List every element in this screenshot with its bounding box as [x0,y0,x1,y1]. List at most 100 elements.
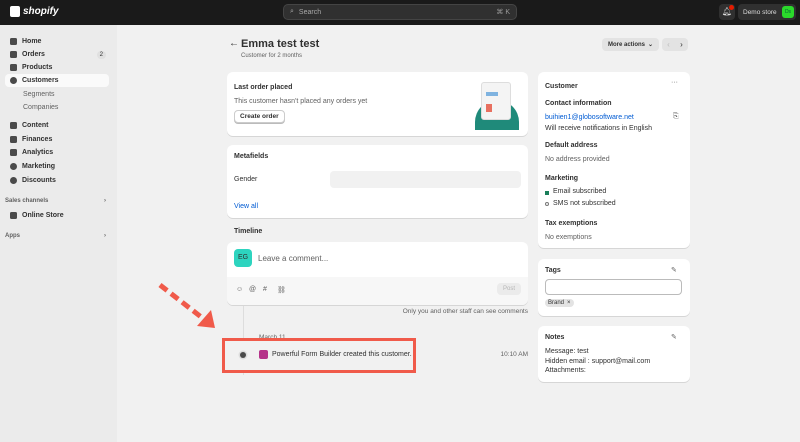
pagination: ‹ › [662,38,688,51]
back-arrow-icon[interactable]: ← [229,38,239,49]
edit-pencil-icon[interactable]: ✎ [671,266,677,274]
sidebar-item-customers[interactable]: Customers [5,74,109,87]
card-title: Tags [545,267,561,274]
nav-label: Home [22,38,42,45]
address-title: Default address [545,142,598,149]
shopify-logo[interactable]: shopify [10,6,59,17]
sidebar-item-finances[interactable]: Finances [5,133,109,146]
next-icon[interactable]: › [680,40,683,49]
notification-badge [729,5,734,10]
card-title: Last order placed [234,84,293,91]
nav-label: Content [22,122,49,129]
chevron-right-icon: › [104,198,106,204]
user-avatar: EG [234,249,252,267]
more-actions-button[interactable]: More actions ⌄ [602,38,660,51]
chevron-right-icon: › [104,233,106,239]
tags-card: Tags ✎ Brand × [538,259,690,316]
attach-link-icon[interactable]: ⛓ [277,286,286,294]
nav-label: Companies [23,104,59,111]
timeline-title: Timeline [234,228,263,235]
customer-email-link[interactable]: buihien1@globosoftware.net [545,114,634,121]
empty-orders-illustration [473,80,521,130]
content-icon [10,122,17,129]
nav-label: Customers [22,77,59,84]
card-title: Metafields [234,153,269,160]
nav-label: Segments [23,91,55,98]
card-title: Customer [545,83,578,90]
nav-label: Marketing [22,163,56,170]
mention-icon[interactable]: @ [249,286,256,293]
sidebar-item-products[interactable]: Products [5,61,109,74]
timeline-dot [240,352,246,358]
timeline-time: 10:10 AM [500,351,528,358]
sidebar-item-discounts[interactable]: Discounts [5,174,109,187]
gender-label: Gender [234,176,258,183]
language-text: Will receive notifications in English [545,125,652,132]
comment-input[interactable]: Leave a comment... [258,254,328,263]
marketing-title: Marketing [545,175,579,182]
hashtag-icon[interactable]: # [263,286,267,293]
sidebar-item-home[interactable]: Home [5,35,109,48]
remove-tag-icon[interactable]: × [567,300,571,306]
orders-badge: 2 [96,50,106,59]
nav-label: Orders [22,51,45,58]
copy-icon[interactable]: ⎘ [673,113,679,121]
address-text: No address provided [545,156,610,163]
comment-card: EG Leave a comment... ☺ @ # ⛓ Post [227,242,528,305]
sidebar-item-segments[interactable]: Segments [5,88,109,101]
store-menu-button[interactable]: Demo store Ds [738,4,796,20]
form-builder-app-icon [259,350,268,359]
apps-header[interactable]: Apps › [5,233,109,239]
nav-label: Finances [22,136,53,143]
store-name: Demo store [743,8,777,16]
tag-icon [10,64,17,71]
edit-pencil-icon[interactable]: ✎ [671,333,677,341]
chart-icon [10,149,17,156]
sidebar-item-content[interactable]: Content [5,119,109,132]
notes-card: Notes ✎ Message: test Hidden email : sup… [538,326,690,382]
note-line: Hidden email : support@mail.com [545,358,651,365]
emoji-icon[interactable]: ☺ [236,286,243,293]
more-options-icon[interactable]: ··· [671,79,678,86]
top-bar: shopify ⌕ Search ⌘ K 🔔︎ Demo store Ds [0,0,800,25]
search-placeholder: Search [298,8,322,16]
sidebar-item-marketing[interactable]: Marketing [5,160,109,173]
annotation-arrow-icon [158,283,215,328]
sidebar-item-companies[interactable]: Companies [5,101,109,114]
tag-chip: Brand × [545,299,574,307]
sidebar-item-online-store[interactable]: Online Store [5,209,109,222]
comments-visibility-note: Only you and other staff can see comment… [402,308,528,315]
contact-title: Contact information [545,100,612,107]
create-order-button[interactable]: Create order [234,110,285,123]
subscribed-dot-icon [545,191,549,195]
timeline-event: Powerful Form Builder created this custo… [272,351,412,358]
marketing-icon [10,163,17,170]
not-subscribed-dot-icon [545,202,549,206]
sidebar: Home Orders 2 Products Customers Segments… [0,25,117,442]
view-all-link[interactable]: View all [234,203,258,210]
comment-toolbar: ☺ @ # ⛓ Post [227,277,528,305]
shopify-bag-icon [10,6,20,17]
home-icon [10,38,17,45]
nav-label: Analytics [22,149,54,156]
note-line: Attachments: [545,367,586,374]
gender-input[interactable] [330,171,521,188]
tags-input[interactable] [545,279,682,295]
notifications-button[interactable]: 🔔︎ [719,4,735,20]
last-order-text: This customer hasn't placed any orders y… [234,98,368,105]
sidebar-item-analytics[interactable]: Analytics [5,146,109,159]
last-order-card: Last order placed This customer hasn't p… [227,72,528,136]
tax-text: No exemptions [545,234,592,241]
customer-card: Customer ··· Contact information buihien… [538,72,690,248]
search-input[interactable]: ⌕ Search ⌘ K [283,4,517,20]
post-button[interactable]: Post [497,283,522,295]
search-icon: ⌕ [290,8,294,15]
note-line: Message: test [545,348,589,355]
nav-label: Online Store [22,212,64,219]
previous-icon[interactable]: ‹ [667,40,670,49]
sms-status: SMS not subscribed [553,200,616,207]
section-label: Apps [5,233,20,239]
more-actions-label: More actions [608,41,646,48]
sales-channels-header[interactable]: Sales channels › [5,198,109,204]
sidebar-item-orders[interactable]: Orders 2 [5,48,109,61]
